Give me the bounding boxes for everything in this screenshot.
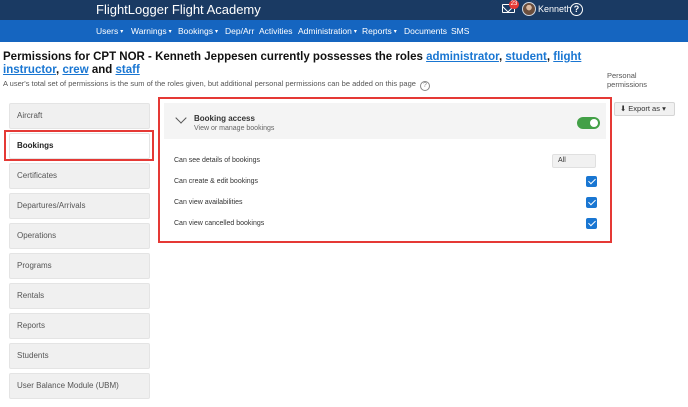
role-link-student[interactable]: student: [505, 51, 547, 63]
permission-label: Can view availabilities: [174, 199, 243, 206]
permission-label: Can view cancelled bookings: [174, 220, 265, 227]
nav-bookings-label: Bookings: [178, 26, 213, 36]
nav-users-label: Users: [96, 26, 119, 36]
chevron-down-icon: ▾: [393, 29, 397, 35]
nav-activities[interactable]: Activities: [259, 26, 293, 36]
top-bar: FlightLogger Flight Academy 23 Kenneth ?: [0, 0, 688, 20]
sidebar-item-programs[interactable]: Programs: [9, 253, 150, 279]
chevron-down-icon: ▾: [662, 104, 666, 113]
view-availabilities-checkbox[interactable]: [586, 197, 597, 208]
permission-label: Can see details of bookings: [174, 157, 260, 164]
question-circle-icon[interactable]: ?: [419, 81, 430, 91]
help-icon[interactable]: ?: [570, 3, 583, 16]
main-nav: Users ▾ Warnings ▾ Bookings ▾ Dep/Arr Activ…: [0, 20, 688, 42]
nav-warnings-label: Warnings: [131, 26, 167, 36]
booking-access-panel: Booking access View or manage bookings C…: [158, 97, 612, 243]
download-icon: ⬇: [620, 104, 627, 113]
chevron-down-icon: ▾: [214, 29, 218, 35]
nav-bookings[interactable]: Bookings ▾: [178, 26, 218, 36]
sidebar-item-reports[interactable]: Reports: [9, 313, 150, 339]
panel-title: Booking access: [194, 114, 255, 123]
chevron-down-icon: ▾: [120, 29, 124, 35]
create-edit-checkbox[interactable]: [586, 176, 597, 187]
sidebar-item-operations[interactable]: Operations: [9, 223, 150, 249]
separator: and: [88, 64, 116, 76]
avatar[interactable]: [522, 2, 536, 16]
app-brand[interactable]: FlightLogger Flight Academy: [96, 2, 261, 17]
sidebar-item-students[interactable]: Students: [9, 343, 150, 369]
chevron-down-icon[interactable]: [175, 112, 187, 124]
sidebar-item-aircraft[interactable]: Aircraft: [9, 103, 150, 129]
subtitle-text: A user's total set of permissions is the…: [3, 79, 416, 88]
booking-access-toggle[interactable]: [577, 117, 600, 129]
nav-sms[interactable]: SMS: [451, 26, 469, 36]
chevron-down-icon: ▾: [168, 29, 172, 35]
view-cancelled-checkbox[interactable]: [586, 218, 597, 229]
panel-subtitle: View or manage bookings: [194, 125, 275, 132]
export-as-button[interactable]: ⬇ Export as ▾: [614, 102, 675, 116]
permission-row: Can view cancelled bookings: [174, 217, 600, 233]
chevron-down-icon: ▾: [353, 29, 357, 35]
title-prefix: Permissions for CPT NOR - Kenneth Jeppes…: [3, 51, 427, 63]
export-label: Export as: [628, 104, 660, 113]
sidebar-item-certificates[interactable]: Certificates: [9, 163, 150, 189]
username[interactable]: Kenneth: [538, 4, 572, 14]
personal-permissions-label: Personal permissions: [607, 71, 648, 89]
nav-administration-label: Administration: [298, 26, 352, 36]
page-title: Permissions for CPT NOR - Kenneth Jeppes…: [3, 51, 603, 77]
nav-warnings[interactable]: Warnings ▾: [131, 26, 172, 36]
page-subtitle: A user's total set of permissions is the…: [3, 79, 430, 91]
sidebar-item-departures-arrivals[interactable]: Departures/Arrivals: [9, 193, 150, 219]
notification-badge: 23: [509, 0, 519, 9]
nav-documents[interactable]: Documents: [404, 26, 447, 36]
role-link-staff[interactable]: staff: [116, 64, 140, 76]
panel-header[interactable]: Booking access View or manage bookings: [164, 103, 606, 139]
nav-reports[interactable]: Reports ▾: [362, 26, 397, 36]
sidebar-item-ubm[interactable]: User Balance Module (UBM): [9, 373, 150, 399]
nav-administration[interactable]: Administration ▾: [298, 26, 357, 36]
sidebar-item-rentals[interactable]: Rentals: [9, 283, 150, 309]
nav-reports-label: Reports: [362, 26, 392, 36]
permission-row: Can see details of bookings All: [174, 154, 600, 170]
nav-users[interactable]: Users ▾: [96, 26, 123, 36]
highlight-box-sidebar: [4, 130, 154, 161]
role-link-crew[interactable]: crew: [62, 64, 88, 76]
nav-dep-arr[interactable]: Dep/Arr: [225, 26, 254, 36]
permission-row: Can create & edit bookings: [174, 175, 600, 191]
details-scope-select[interactable]: All: [552, 154, 596, 168]
permission-label: Can create & edit bookings: [174, 178, 259, 185]
permission-row: Can view availabilities: [174, 196, 600, 212]
role-link-administrator[interactable]: administrator: [426, 51, 499, 63]
